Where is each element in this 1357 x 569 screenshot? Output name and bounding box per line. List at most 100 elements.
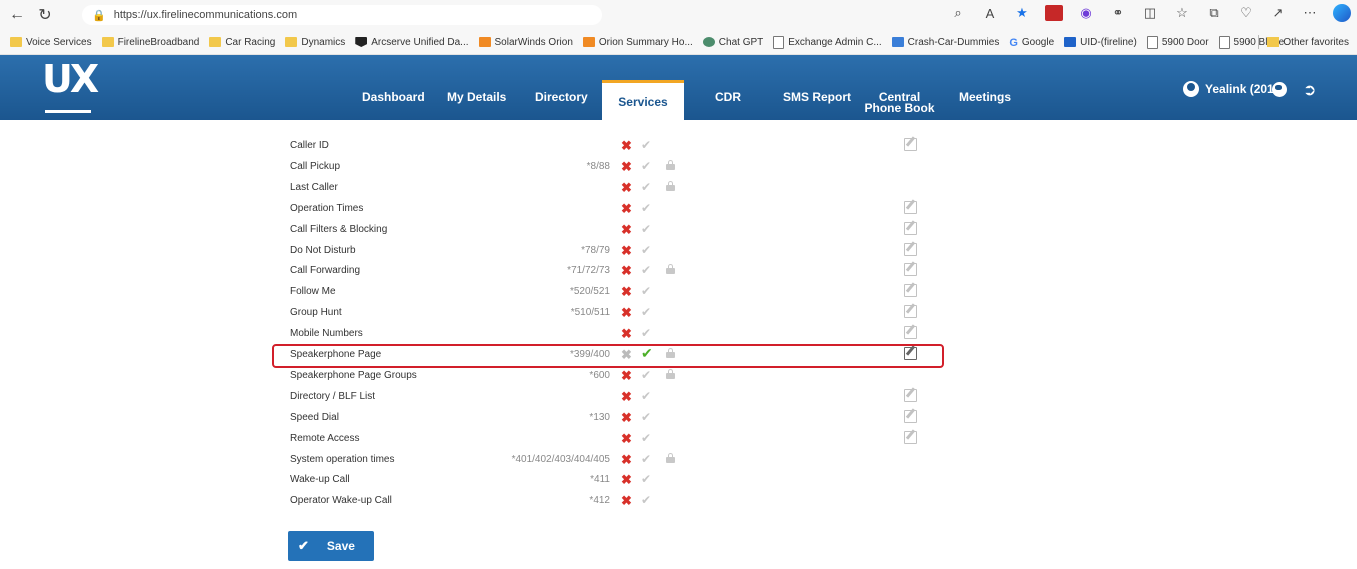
edit-icon[interactable] [904, 242, 917, 256]
enable-check-icon[interactable]: ✔ [641, 201, 651, 215]
edit-icon[interactable] [904, 263, 917, 277]
share-icon[interactable]: ↗ [1269, 5, 1287, 21]
edit-icon[interactable] [904, 221, 917, 235]
disable-x-icon[interactable]: ✖ [621, 493, 633, 509]
favorite-5[interactable]: SolarWinds Orion [478, 37, 573, 48]
other-favorites[interactable]: › Other favorites [1247, 30, 1349, 54]
favorite-4[interactable]: Arcserve Unified Da... [355, 37, 469, 48]
enable-check-icon[interactable]: ✔ [641, 326, 651, 340]
disable-x-icon[interactable]: ✖ [621, 410, 633, 426]
enable-check-icon[interactable]: ✔ [641, 410, 651, 424]
enable-check-icon[interactable]: ✔ [641, 180, 651, 194]
save-button[interactable]: ✔ Save [288, 531, 374, 561]
tab-directory[interactable]: Directory [535, 91, 588, 103]
calendar-extension-icon[interactable] [1045, 5, 1063, 21]
logout-icon[interactable]: ➲ [1303, 80, 1316, 100]
disable-x-icon[interactable]: ✖ [621, 201, 633, 217]
favorite-9[interactable]: Crash-Car-Dummies [891, 37, 999, 48]
disable-x-icon[interactable]: ✖ [621, 159, 633, 175]
disable-x-icon[interactable]: ✖ [621, 243, 633, 259]
enable-check-icon[interactable]: ✔ [641, 305, 651, 319]
favorite-10[interactable]: G Google [1009, 37, 1054, 50]
read-aloud-icon[interactable]: A​ [981, 6, 999, 21]
disable-x-icon[interactable]: ✖ [621, 326, 633, 342]
disable-x-icon[interactable]: ✖ [621, 222, 633, 238]
edit-icon[interactable] [904, 138, 917, 151]
disable-x-icon[interactable]: ✖ [621, 305, 633, 321]
tab-dashboard[interactable]: Dashboard [362, 91, 425, 103]
search-icon[interactable]: ⌕ [949, 5, 967, 21]
ux-logo[interactable]: UX [42, 57, 99, 113]
enable-check-icon[interactable]: ✔ [641, 159, 651, 173]
favorite-3[interactable]: Dynamics [285, 37, 345, 48]
favorite-12[interactable]: 5900 Door [1146, 35, 1209, 49]
back-arrow-icon[interactable]: ← [6, 4, 28, 26]
favorite-11[interactable]: UID-(fireline) [1064, 37, 1137, 48]
globe-icon[interactable] [1272, 82, 1287, 97]
enable-check-icon[interactable]: ✔ [641, 389, 651, 403]
enable-check-icon[interactable]: ✔ [641, 222, 651, 236]
copilot-icon[interactable] [1333, 4, 1351, 22]
solarwinds-icon [478, 37, 491, 47]
user-menu[interactable]: Yealink (2016) [1183, 81, 1284, 97]
enable-check-icon[interactable]: ✔ [641, 493, 651, 507]
edit-icon[interactable] [904, 200, 917, 214]
edit-icon[interactable] [904, 430, 917, 444]
split-screen-icon[interactable]: ◫ [1141, 5, 1159, 21]
extensions-icon[interactable]: ⚭ [1109, 5, 1127, 21]
lock-icon[interactable] [666, 159, 675, 170]
tab-cdr[interactable]: CDR [715, 91, 741, 103]
favorite-0[interactable]: Voice Services [10, 37, 92, 48]
enable-check-icon[interactable]: ✔ [641, 368, 651, 382]
favorites-list-icon[interactable]: ☆ [1173, 5, 1191, 21]
service-name: Follow Me [290, 286, 336, 298]
chevron-right-icon[interactable]: › [1247, 37, 1250, 48]
service-row: Caller ID ✖ ✔ [290, 135, 950, 156]
disable-x-icon[interactable]: ✖ [621, 284, 633, 300]
collections-icon[interactable]: ⧉ [1205, 5, 1223, 21]
lock-icon[interactable] [666, 452, 675, 463]
more-icon[interactable]: ⋯ [1301, 5, 1319, 21]
tab-sms-report[interactable]: SMS Report [783, 91, 851, 103]
enable-check-icon[interactable]: ✔ [641, 243, 651, 257]
tab-my-details[interactable]: My Details [447, 91, 506, 103]
edit-icon[interactable] [904, 326, 917, 340]
disable-x-icon[interactable]: ✖ [621, 368, 633, 384]
edit-icon[interactable] [904, 409, 917, 423]
disable-x-icon[interactable]: ✖ [621, 452, 633, 468]
lock-icon[interactable] [666, 264, 675, 275]
edit-icon[interactable] [904, 305, 917, 319]
user-icon [1183, 81, 1199, 97]
favorite-1[interactable]: FirelineBroadband [101, 37, 199, 48]
address-bar[interactable]: 🔒 https://ux.firelinecommunications.com [82, 5, 602, 25]
google-icon: G [1009, 37, 1018, 49]
favorite-6[interactable]: Orion Summary Ho... [582, 37, 693, 48]
lock-icon[interactable] [666, 368, 675, 379]
disable-x-icon[interactable]: ✖ [621, 138, 633, 154]
favorite-8[interactable]: Exchange Admin C... [773, 35, 882, 49]
service-name: Do Not Disturb [290, 244, 356, 256]
refresh-icon[interactable]: ↻ [34, 4, 56, 26]
enable-check-icon[interactable]: ✔ [641, 284, 651, 298]
lock-icon[interactable] [666, 180, 675, 191]
enable-check-icon[interactable]: ✔ [641, 452, 651, 466]
disable-x-icon[interactable]: ✖ [621, 389, 633, 405]
disable-x-icon[interactable]: ✖ [621, 263, 633, 279]
enable-check-icon[interactable]: ✔ [641, 138, 651, 152]
edit-icon[interactable] [904, 284, 917, 298]
edit-icon[interactable] [904, 388, 917, 402]
enable-check-icon[interactable]: ✔ [641, 431, 651, 445]
favorite-2[interactable]: Car Racing [209, 37, 275, 48]
disable-x-icon[interactable]: ✖ [621, 431, 633, 447]
favorite-star-icon[interactable]: ★ [1013, 5, 1031, 21]
tab-meetings[interactable]: Meetings [959, 91, 1011, 103]
disable-x-icon[interactable]: ✖ [621, 472, 633, 488]
tab-central-phone-book[interactable]: Central Phone Book [862, 91, 937, 114]
tab-services[interactable]: Services [602, 80, 684, 120]
performance-icon[interactable]: ♡ [1237, 5, 1255, 21]
enable-check-icon[interactable]: ✔ [641, 472, 651, 486]
favorite-7[interactable]: Chat GPT [702, 37, 763, 48]
enable-check-icon[interactable]: ✔ [641, 263, 651, 277]
extension-icon[interactable]: ◉ [1077, 5, 1095, 21]
disable-x-icon[interactable]: ✖ [621, 180, 633, 196]
